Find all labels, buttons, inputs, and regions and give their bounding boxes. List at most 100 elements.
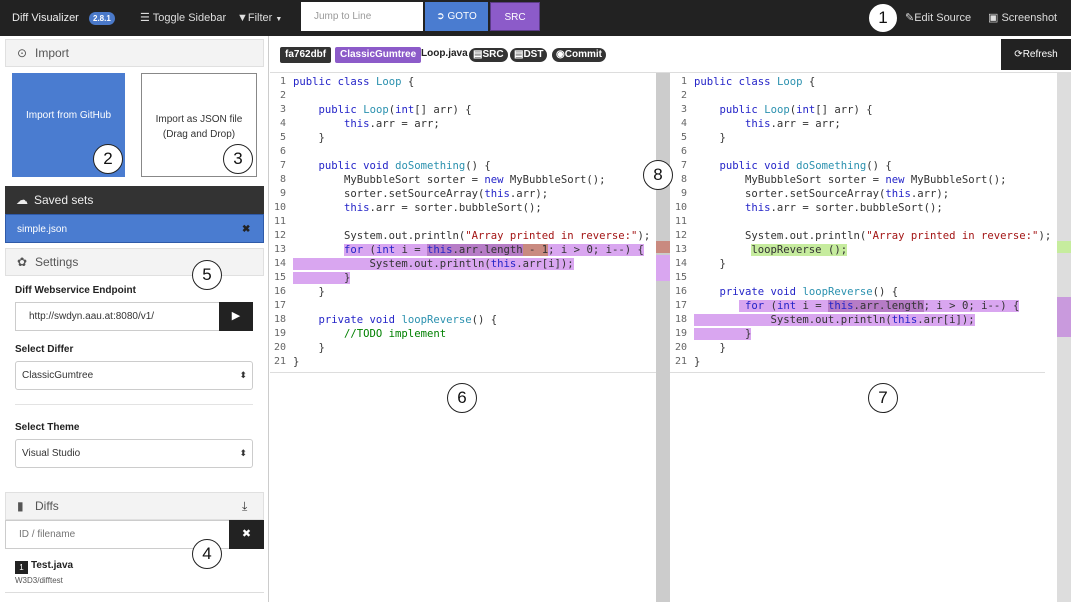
goto-label: GOTO bbox=[447, 11, 477, 22]
line-numbers: 1 2 3 4 5 6 7 8 9 10 11 12 13 14 15 16 17 18 19 20 21 bbox=[273, 76, 286, 367]
theme-select[interactable]: Visual Studio ⬍ bbox=[15, 439, 253, 468]
code-line: System.out.println("Array printed in rev… bbox=[293, 230, 651, 242]
callout-marker: 1 bbox=[868, 3, 898, 33]
navbar: Diff Visualizer 2.8.1 ☰ Toggle Sidebar ▼… bbox=[0, 0, 1071, 36]
diffs-title: Diffs bbox=[35, 499, 59, 513]
src-button-label: SRC bbox=[482, 49, 504, 60]
import-title: Import bbox=[35, 46, 70, 60]
refresh-label: Refresh bbox=[1022, 49, 1058, 60]
diff-path: W3D3/difftest bbox=[15, 576, 63, 585]
caret-down-icon: ▼ bbox=[275, 16, 283, 23]
src-button[interactable]: ▤SRC bbox=[469, 48, 508, 62]
commit-id-badge: fa762dbf bbox=[280, 47, 332, 63]
code-line: public void doSomething() { bbox=[719, 160, 892, 172]
image-icon: ▣ bbox=[988, 12, 999, 24]
code-line: this.arr = arr; bbox=[745, 118, 841, 130]
code-line: } bbox=[694, 356, 701, 368]
edit-source-link[interactable]: ✎Edit Source bbox=[905, 0, 971, 36]
code-line: public class Loop { bbox=[694, 76, 816, 88]
settings-panel-header: ✿ Settings bbox=[5, 248, 264, 276]
callout-marker: 5 bbox=[192, 260, 222, 290]
file-icon: ▮ bbox=[17, 499, 24, 513]
endpoint-input[interactable]: http://swdyn.aau.at:8080/v1/ bbox=[15, 302, 220, 331]
code-line: } bbox=[293, 286, 325, 298]
close-icon: ✖ bbox=[241, 528, 252, 540]
code-line-moved: System.out.println(this.arr[i]); bbox=[293, 258, 574, 270]
theme-label: Select Theme bbox=[15, 422, 80, 433]
download-icon[interactable]: ⤓ bbox=[242, 493, 247, 520]
code-line: MyBubbleSort sorter = new MyBubbleSort()… bbox=[293, 174, 606, 186]
destination-editor[interactable]: 1 2 3 4 5 6 7 8 9 10 11 12 13 14 15 16 17 18 19 20 21 public… bbox=[671, 73, 1057, 373]
screenshot-label: Screenshot bbox=[1001, 12, 1058, 24]
import-panel-header: ⊙ Import bbox=[5, 39, 264, 67]
differ-select[interactable]: ClassicGumtree ⬍ bbox=[15, 361, 253, 390]
refresh-button[interactable]: ⟳Refresh bbox=[1001, 39, 1071, 70]
code-line: } bbox=[293, 356, 300, 368]
clear-search-button[interactable]: ✖ bbox=[229, 520, 264, 549]
code-line: sorter.setSourceArray(this.arr); bbox=[694, 188, 950, 200]
refresh-icon: ⟳ bbox=[1014, 49, 1023, 60]
divider bbox=[15, 404, 253, 405]
menu-icon: ☰ bbox=[140, 12, 150, 24]
diffs-panel-header: ▮ Diffs ⤓ bbox=[5, 492, 264, 520]
callout-marker: 4 bbox=[192, 539, 222, 569]
src-toggle-button[interactable]: SRC bbox=[490, 2, 540, 31]
code-line: private void loopReverse() { bbox=[318, 314, 498, 326]
dst-button[interactable]: ▤DST bbox=[510, 48, 548, 62]
diff-index-badge: 1 bbox=[15, 561, 28, 574]
code-line-moved: } bbox=[293, 272, 351, 284]
code-line: MyBubbleSort sorter = new MyBubbleSort()… bbox=[694, 174, 1007, 186]
code-line: //TODO implement bbox=[344, 328, 447, 340]
jump-to-line-input[interactable] bbox=[301, 2, 423, 31]
ruler-move-marker bbox=[1057, 297, 1071, 337]
diff-list-item[interactable]: 1 Test.java W3D3/difftest bbox=[5, 553, 264, 593]
diff-view: fa762dbf ClassicGumtree Loop.java ▤SRC ▤… bbox=[270, 36, 1071, 602]
filter-dropdown[interactable]: ▼Filter ▼ bbox=[237, 0, 282, 38]
endpoint-value: http://swdyn.aau.at:8080/v1/ bbox=[29, 311, 155, 322]
toggle-sidebar-label: Toggle Sidebar bbox=[152, 12, 227, 24]
callout-marker: 6 bbox=[447, 383, 477, 413]
code-line: sorter.setSourceArray(this.arr); bbox=[293, 188, 549, 200]
code-line: this.arr = sorter.bubbleSort(); bbox=[745, 202, 943, 214]
line-numbers: 1 2 3 4 5 6 7 8 9 10 11 12 13 14 15 16 17 18 19 20 21 bbox=[674, 76, 687, 367]
right-overview-ruler[interactable] bbox=[1057, 73, 1071, 602]
code-line: this.arr = sorter.bubbleSort(); bbox=[344, 202, 542, 214]
dst-button-label: DST bbox=[523, 49, 544, 60]
ruler-insert-marker bbox=[1057, 241, 1071, 253]
code-line-moved: for (int i = this.arr.length; i > 0; i--… bbox=[694, 299, 1020, 313]
commit-button[interactable]: ◉Commit bbox=[552, 48, 606, 62]
code-line: System.out.println("Array printed in rev… bbox=[694, 230, 1052, 242]
toggle-sidebar-button[interactable]: ☰ Toggle Sidebar bbox=[140, 0, 226, 36]
diff-file-name: Test.java bbox=[31, 560, 74, 571]
app-title[interactable]: Diff Visualizer bbox=[12, 0, 79, 36]
github-icon: ◉ bbox=[556, 49, 565, 60]
left-overview-ruler[interactable] bbox=[656, 73, 670, 602]
code-line: } bbox=[293, 342, 325, 354]
code-line: private void loopReverse() { bbox=[719, 286, 899, 298]
endpoint-submit-button[interactable]: ▶ bbox=[219, 302, 253, 331]
screenshot-link[interactable]: ▣ Screenshot bbox=[988, 0, 1057, 36]
code-line-inserted: loopReverse (); bbox=[751, 244, 848, 256]
callout-marker: 3 bbox=[223, 144, 253, 174]
code-line: public Loop(int[] arr) { bbox=[719, 104, 873, 116]
saved-set-item[interactable]: simple.json ✖ bbox=[5, 214, 264, 243]
edit-icon: ✎ bbox=[905, 12, 915, 24]
upload-circle-icon: ⊙ bbox=[17, 46, 28, 60]
source-editor[interactable]: 1 2 3 4 5 6 7 8 9 10 11 12 13 14 15 16 17 18 19 20 21 public… bbox=[270, 73, 656, 373]
import-json-label: Import as JSON file bbox=[155, 114, 243, 125]
saved-set-name: simple.json bbox=[17, 224, 68, 235]
code-line: public Loop(int[] arr) { bbox=[318, 104, 472, 116]
commit-button-label: Commit bbox=[564, 49, 602, 60]
play-icon: ▶ bbox=[231, 310, 241, 322]
code-line-moved: System.out.println(this.arr[i]); bbox=[694, 314, 975, 326]
version-badge: 2.8.1 bbox=[89, 12, 115, 25]
filter-icon: ▼ bbox=[237, 12, 248, 24]
ruler-delete-marker bbox=[656, 241, 670, 253]
sidebar: ⊙ Import Import from GitHub Import as JS… bbox=[0, 36, 269, 602]
cloud-upload-icon: ☁ bbox=[16, 193, 28, 207]
callout-marker: 2 bbox=[93, 144, 123, 174]
remove-icon[interactable]: ✖ bbox=[242, 215, 250, 244]
code-line-moved: for (int i = this.arr.length - 1; i > 0;… bbox=[344, 244, 644, 256]
select-arrows-icon: ⬍ bbox=[239, 370, 247, 380]
goto-button[interactable]: ➲ GOTO bbox=[425, 2, 488, 31]
